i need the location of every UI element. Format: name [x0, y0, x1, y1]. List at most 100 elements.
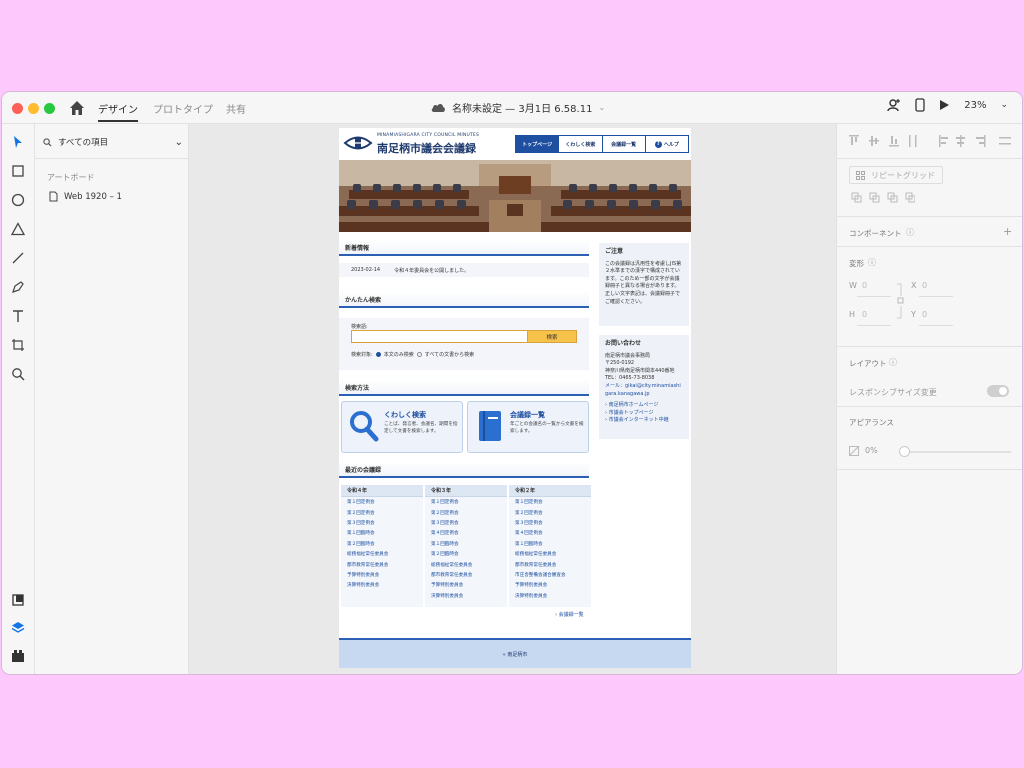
layers-search[interactable]: すべての項目 ⌄ [43, 132, 183, 152]
artboard-web-page[interactable]: MINAMIASHIGARA CITY COUNCIL MINUTES 南足柄市… [339, 128, 691, 668]
layers-icon[interactable] [10, 620, 26, 636]
plugins-icon[interactable] [10, 648, 26, 664]
list-item[interactable]: 第１回臨時会 [509, 539, 591, 549]
list-item[interactable]: 決算特別委員会 [509, 591, 591, 601]
nav-help[interactable]: ? ヘルプ [646, 136, 688, 152]
polygon-tool-icon[interactable] [10, 221, 26, 237]
play-icon[interactable] [939, 99, 950, 111]
zoom-chevron-icon[interactable]: ⌄ [1000, 100, 1008, 110]
list-item[interactable]: 第２回定例会 [509, 507, 591, 517]
list-item[interactable]: 第１回定例会 [341, 497, 423, 507]
nav-minutes-list[interactable]: 会議録一覧 [603, 136, 646, 152]
lock-aspect-icon[interactable] [895, 282, 905, 320]
footer-link[interactable]: « 南足柄市 [503, 651, 528, 658]
opacity-value[interactable]: 0% [865, 446, 878, 455]
list-item[interactable]: 第１回定例会 [509, 497, 591, 507]
device-preview-icon[interactable] [915, 98, 925, 112]
contact-email[interactable]: メール：gikai@city.minamiashigara.kanagawa.j… [605, 383, 683, 398]
zoom-tool-icon[interactable] [10, 366, 26, 382]
list-item[interactable]: 予算特別委員会 [341, 570, 423, 580]
chevron-down-icon: ⌄ [598, 103, 606, 112]
column-year: 令和３年 [425, 485, 507, 497]
list-item[interactable]: 決算特別委員会 [341, 580, 423, 590]
tab-design[interactable]: デザイン [98, 101, 138, 116]
boolean-ops-icon[interactable] [851, 192, 915, 204]
minimize-window-button[interactable] [28, 103, 39, 114]
list-item[interactable]: 第２回定例会 [425, 507, 507, 517]
assets-icon[interactable] [10, 592, 26, 608]
close-window-button[interactable] [12, 103, 23, 114]
list-item[interactable]: 第１回臨時会 [425, 539, 507, 549]
list-item[interactable]: 第１回臨時会 [341, 528, 423, 538]
ellipse-tool-icon[interactable] [10, 192, 26, 208]
list-item[interactable]: 総務福祉常任委員会 [341, 549, 423, 559]
zoom-level[interactable]: 23% [964, 100, 986, 111]
list-item[interactable]: 市庄舎整備会議合審査会 [509, 570, 591, 580]
search-button[interactable]: 検索 [527, 330, 577, 343]
more-minutes-link[interactable]: › 会議録一覧 [555, 611, 584, 618]
list-item[interactable]: 第３回定例会 [425, 518, 507, 528]
notice-text: この会議録は汎用性を考慮しJIS第２水準までの漢字で構成されています。このため一… [605, 260, 682, 305]
search-term-label: 検索語: [351, 324, 368, 330]
list-item[interactable]: 第２回臨時会 [425, 549, 507, 559]
list-item[interactable]: 第３回定例会 [341, 518, 423, 528]
width-field[interactable]: 0 [862, 281, 867, 290]
council-chamber-photo [339, 160, 691, 232]
list-item[interactable]: 都市教育常任委員会 [341, 559, 423, 569]
radio-all-docs[interactable] [416, 352, 422, 357]
advanced-search-title: くわしく検索 [384, 411, 426, 419]
invite-user-icon[interactable] [887, 98, 901, 112]
info-icon[interactable]: ⓘ [889, 357, 897, 368]
artboard-tool-icon[interactable] [10, 337, 26, 353]
pen-tool-icon[interactable] [10, 279, 26, 295]
align-tools-icon[interactable] [849, 134, 1014, 148]
line-tool-icon[interactable] [10, 250, 26, 266]
list-item[interactable]: 総務福祉常任委員会 [509, 549, 591, 559]
chevron-down-icon[interactable]: ⌄ [175, 137, 183, 148]
list-item[interactable]: 予算特別委員会 [425, 580, 507, 590]
list-item[interactable]: 都市教育常任委員会 [509, 559, 591, 569]
height-field[interactable]: 0 [862, 310, 867, 319]
contact-heading: お問い合わせ [605, 340, 642, 347]
minutes-list-desc: 年ごとの会議名の一覧から文書を検索します。 [510, 422, 584, 434]
document-icon [49, 191, 58, 202]
info-icon[interactable]: ⓘ [868, 257, 876, 268]
list-item[interactable]: 決算特別委員会 [425, 591, 507, 601]
text-tool-icon[interactable] [10, 308, 26, 324]
nav-advanced-search[interactable]: くわしく検索 [559, 136, 603, 152]
layer-item-artboard[interactable]: Web 1920 – 1 [49, 191, 122, 202]
document-title[interactable]: 名称未設定 — 3月1日 6.58.11 ⌄ [430, 100, 605, 115]
opacity-slider[interactable] [901, 451, 1011, 453]
link-council-stream[interactable]: › 市議会インターネット中継 [605, 417, 683, 425]
y-field[interactable]: 0 [922, 310, 927, 319]
list-item[interactable]: 第２回臨時会 [341, 539, 423, 549]
list-item[interactable]: 都市教育常任委員会 [425, 570, 507, 580]
list-item[interactable]: 総務福祉常任委員会 [425, 559, 507, 569]
nav-top-page[interactable]: トップページ [516, 136, 560, 152]
tab-prototype[interactable]: プロトタイプ [153, 101, 213, 116]
list-item[interactable]: 第２回定例会 [341, 507, 423, 517]
info-icon[interactable]: ⓘ [906, 227, 914, 238]
radio-body-only[interactable] [375, 352, 381, 357]
list-item[interactable]: 第３回定例会 [509, 518, 591, 528]
home-icon[interactable] [68, 99, 86, 117]
link-city-homepage[interactable]: › 南足柄市ホームページ [605, 402, 683, 410]
x-field[interactable]: 0 [922, 281, 927, 290]
repeat-grid-button[interactable]: リピートグリッド [849, 166, 943, 184]
minutes-list-card[interactable]: 会議録一覧 年ごとの会議名の一覧から文書を検索します。 [467, 401, 589, 453]
select-tool-icon[interactable] [10, 134, 26, 150]
search-term-input[interactable] [351, 330, 539, 343]
add-component-icon[interactable]: + [1003, 225, 1012, 238]
list-item[interactable]: 第４回定例会 [509, 528, 591, 538]
list-item[interactable]: 第１回定例会 [425, 497, 507, 507]
rectangle-tool-icon[interactable] [10, 163, 26, 179]
advanced-search-card[interactable]: くわしく検索 ことば、発言者、会議名、期間を指定して文書を検索します。 [341, 401, 463, 453]
opacity-slider-handle[interactable] [899, 446, 910, 457]
list-item[interactable]: 第４回定例会 [425, 528, 507, 538]
news-text[interactable]: 令和４年委員会を公開しました。 [394, 267, 469, 274]
list-item[interactable]: 予算特別委員会 [509, 580, 591, 590]
contact-line: 〒250-0192 [605, 360, 635, 367]
tab-share[interactable]: 共有 [226, 101, 246, 116]
zoom-window-button[interactable] [44, 103, 55, 114]
responsive-toggle[interactable] [987, 385, 1009, 397]
